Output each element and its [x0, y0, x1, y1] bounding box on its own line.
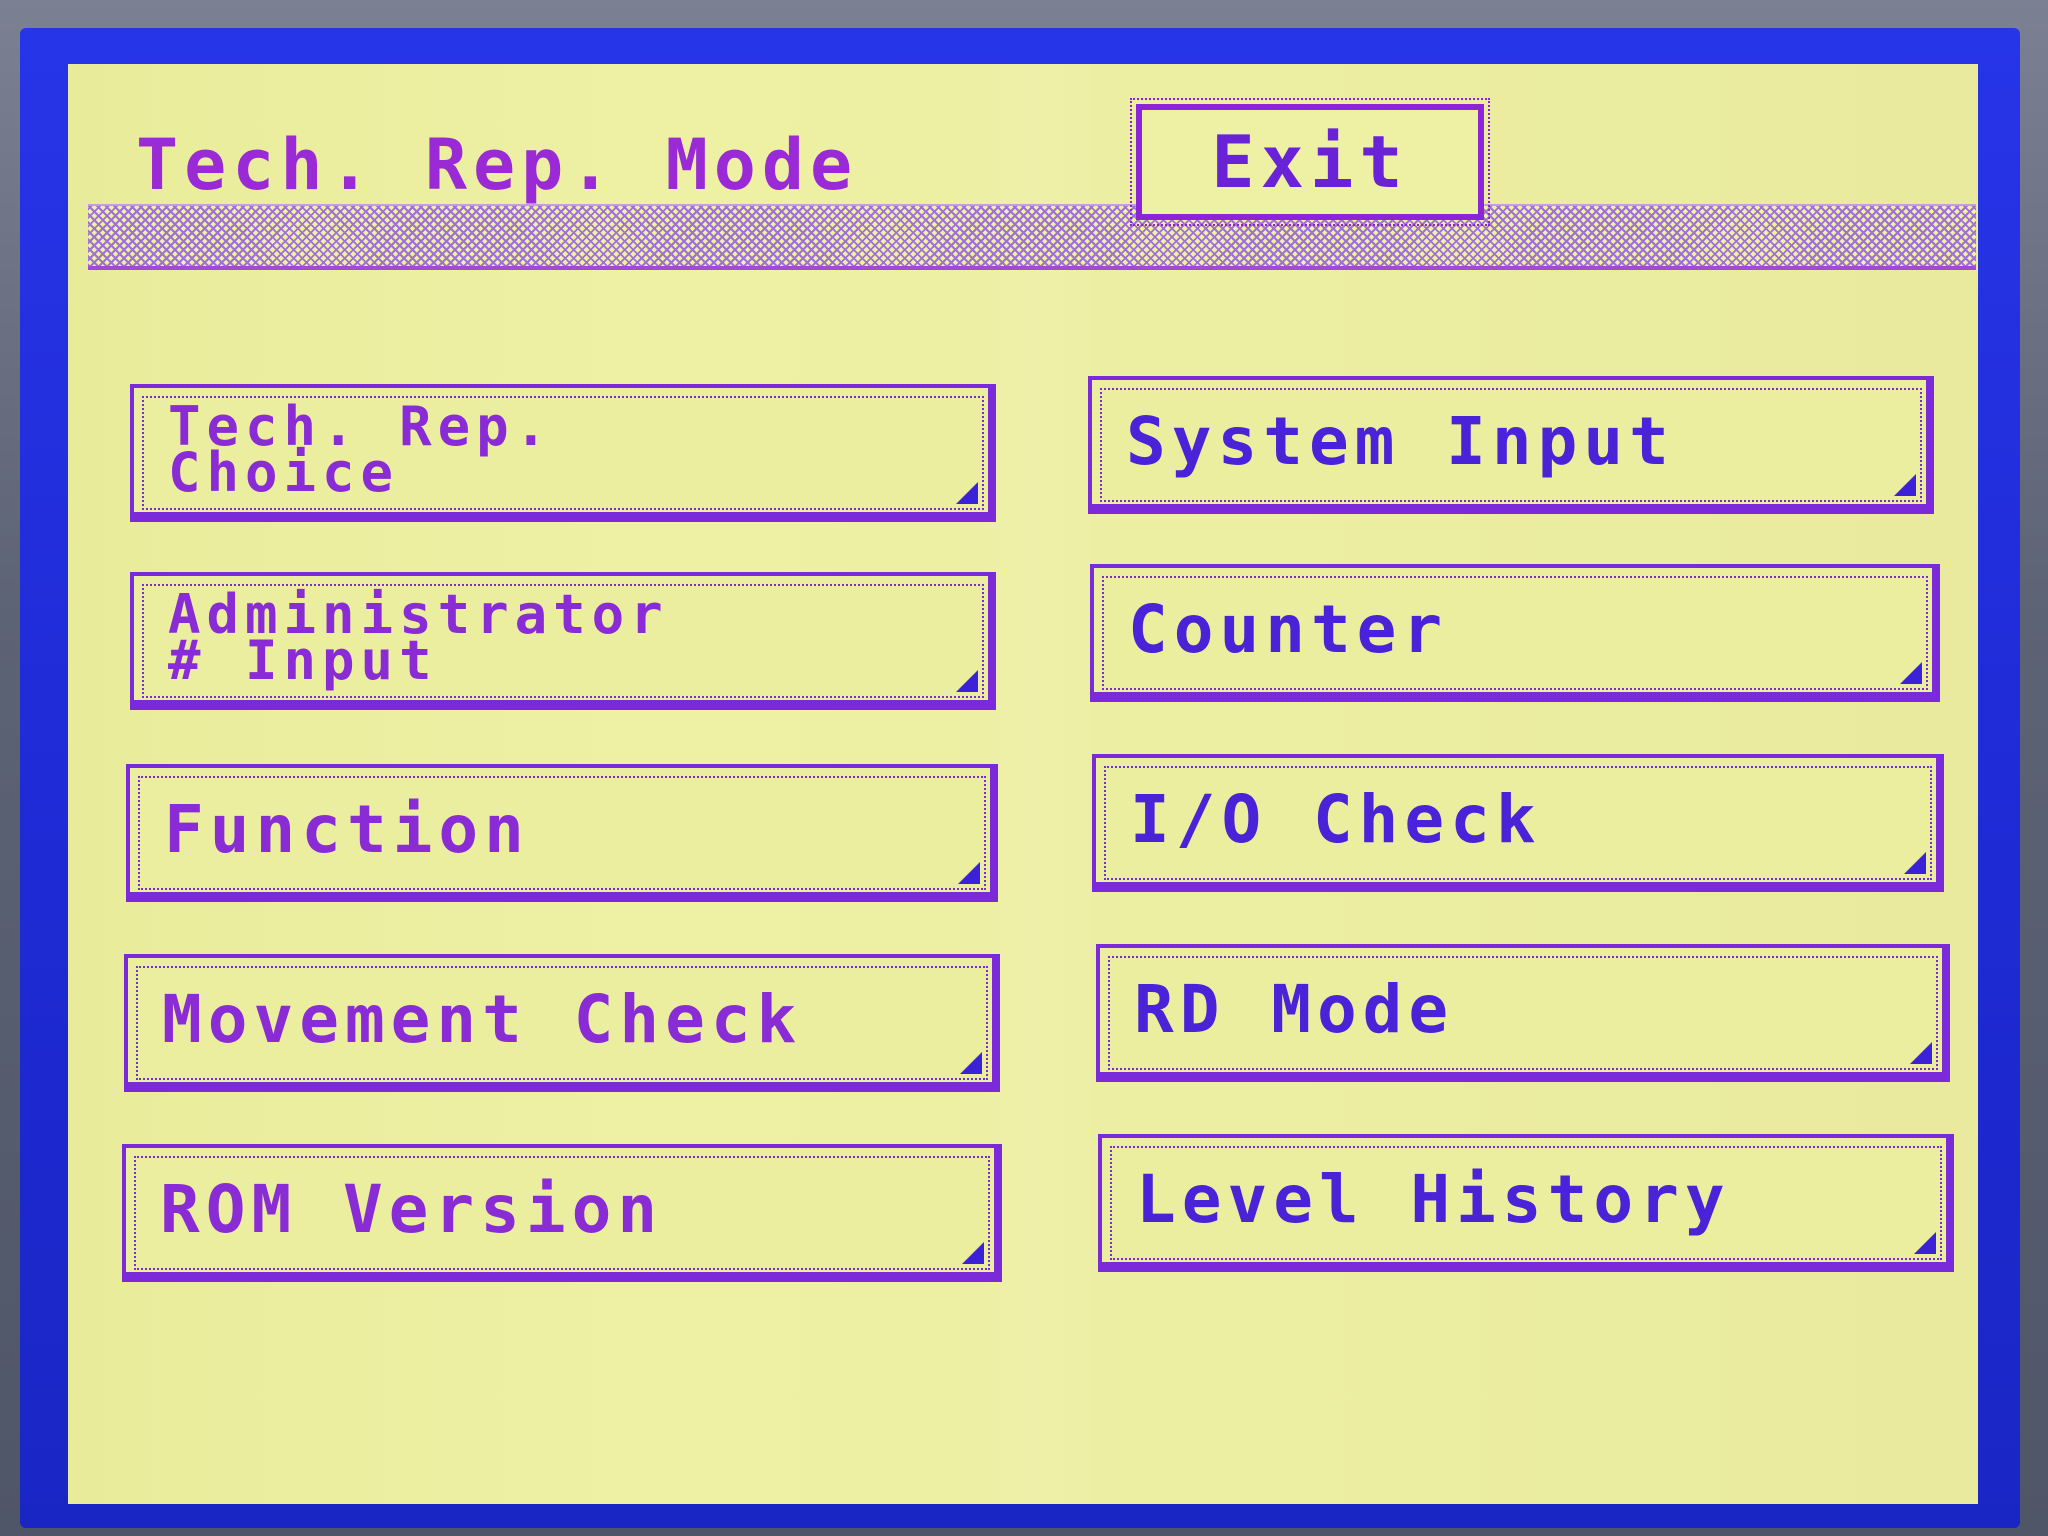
header-divider [88, 204, 1976, 270]
exit-button[interactable]: Exit [1130, 98, 1490, 226]
button-label: Level History [1136, 1161, 1731, 1238]
function-button[interactable]: Function [126, 764, 998, 902]
button-label: Function [164, 791, 530, 868]
io-check-button[interactable]: I/O Check [1092, 754, 1944, 892]
corner-arrow-icon [960, 1052, 982, 1074]
lcd-frame: Tech. Rep. Mode Exit Tech. Rep. Choice A… [20, 28, 2020, 1528]
corner-arrow-icon [962, 1242, 984, 1264]
button-label: Counter [1128, 591, 1449, 668]
corner-arrow-icon [958, 862, 980, 884]
tech-rep-choice-button[interactable]: Tech. Rep. Choice [130, 384, 996, 522]
button-label: I/O Check [1130, 781, 1542, 858]
corner-arrow-icon [1894, 474, 1916, 496]
button-label: Movement Check [162, 981, 803, 1058]
movement-check-button[interactable]: Movement Check [124, 954, 1000, 1092]
corner-arrow-icon [1904, 852, 1926, 874]
corner-arrow-icon [956, 482, 978, 504]
button-label: RD Mode [1134, 971, 1455, 1048]
screen-title: Tech. Rep. Mode [136, 124, 859, 206]
rd-mode-button[interactable]: RD Mode [1096, 944, 1950, 1082]
administrator-input-button[interactable]: Administrator # Input [130, 572, 996, 710]
button-label: Administrator # Input [168, 582, 669, 692]
lcd-screen: Tech. Rep. Mode Exit Tech. Rep. Choice A… [68, 64, 1978, 1504]
corner-arrow-icon [1914, 1232, 1936, 1254]
button-label: Tech. Rep. Choice [168, 394, 554, 504]
system-input-button[interactable]: System Input [1088, 376, 1934, 514]
corner-arrow-icon [1900, 662, 1922, 684]
corner-arrow-icon [956, 670, 978, 692]
rom-version-button[interactable]: ROM Version [122, 1144, 1002, 1282]
button-label: ROM Version [160, 1171, 664, 1248]
corner-arrow-icon [1910, 1042, 1932, 1064]
button-label: System Input [1126, 403, 1675, 480]
counter-button[interactable]: Counter [1090, 564, 1940, 702]
level-history-button[interactable]: Level History [1098, 1134, 1954, 1272]
